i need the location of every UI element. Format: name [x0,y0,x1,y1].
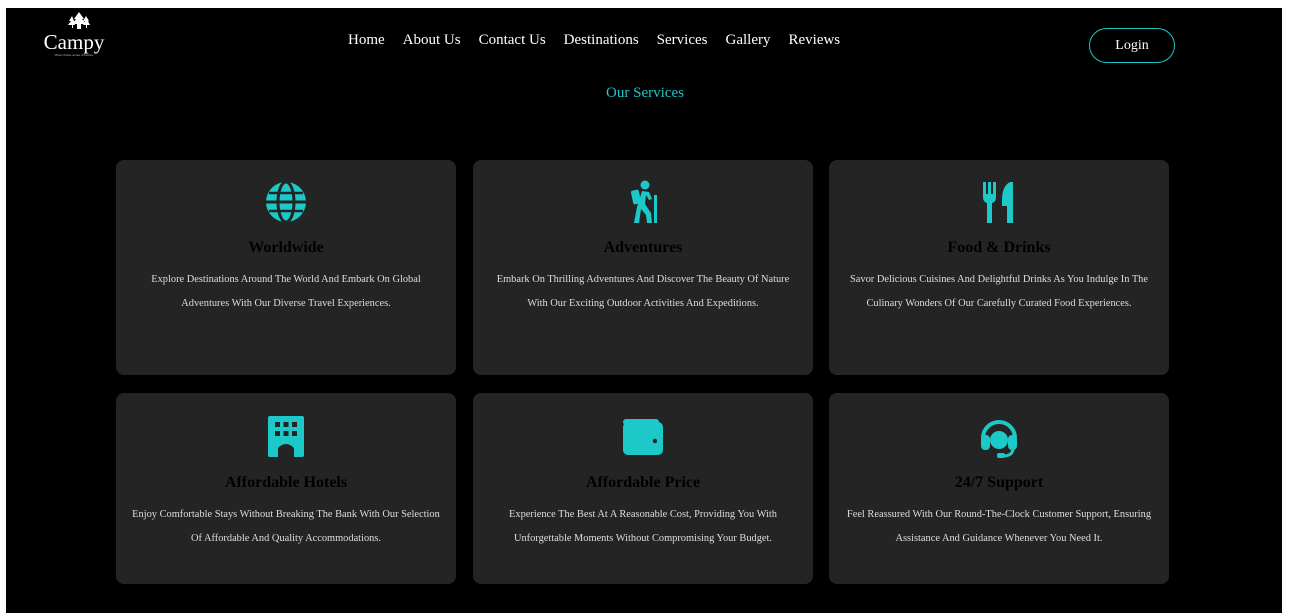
service-card-worldwide[interactable]: Worldwide Explore Destinations Around Th… [116,160,456,375]
nav-contact-us[interactable]: Contact Us [479,32,546,49]
service-card-affordable-price[interactable]: Affordable Price Experience The Best At … [473,393,813,584]
service-title: Worldwide [248,239,324,256]
service-description: Feel Reassured With Our Round-The-Clock … [846,509,1152,544]
service-title: Food & Drinks [947,239,1051,256]
service-title: Affordable Hotels [224,474,348,491]
tree-logo-icon [44,12,114,30]
nav-gallery[interactable]: Gallery [726,32,771,49]
nav-reviews[interactable]: Reviews [788,32,840,49]
nav-home[interactable]: Home [348,32,385,49]
service-card-affordable-hotels[interactable]: Affordable Hotels Enjoy Comfortable Stay… [116,393,456,584]
login-button[interactable]: Login [1089,28,1175,63]
service-title: Adventures [603,239,683,256]
logo[interactable]: Campy Where Nature Awaits Adventure [44,12,114,58]
service-description: Explore Destinations Around The World An… [151,274,421,309]
nav-services[interactable]: Services [657,32,708,49]
main-nav: Home About Us Contact Us Destinations Se… [348,32,840,49]
service-title: 24/7 Support [954,474,1044,491]
brand-name: Campy [43,30,105,54]
globe-icon [130,180,442,224]
utensils-icon [843,180,1155,224]
service-title: Affordable Price [585,474,701,491]
hotel-icon [130,414,442,458]
service-description: Experience The Best At A Reasonable Cost… [509,509,777,544]
service-card-adventures[interactable]: Adventures Embark On Thrilling Adventure… [473,160,813,375]
service-description: Embark On Thrilling Adventures And Disco… [496,274,790,309]
service-description: Enjoy Comfortable Stays Without Breaking… [132,509,440,544]
service-card-food-drinks[interactable]: Food & Drinks Savor Delicious Cuisines A… [829,160,1169,375]
nav-about-us[interactable]: About Us [403,32,461,49]
section-title: Countless Experiences [486,104,804,140]
hiking-icon [487,180,799,224]
wallet-icon [487,414,799,458]
nav-destinations[interactable]: Destinations [564,32,639,49]
section-eyebrow: Our Services [606,85,684,101]
service-card-support[interactable]: 24/7 Support Feel Reassured With Our Rou… [829,393,1169,584]
service-description: Savor Delicious Cuisines And Delightful … [850,274,1148,309]
headset-icon [843,414,1155,458]
